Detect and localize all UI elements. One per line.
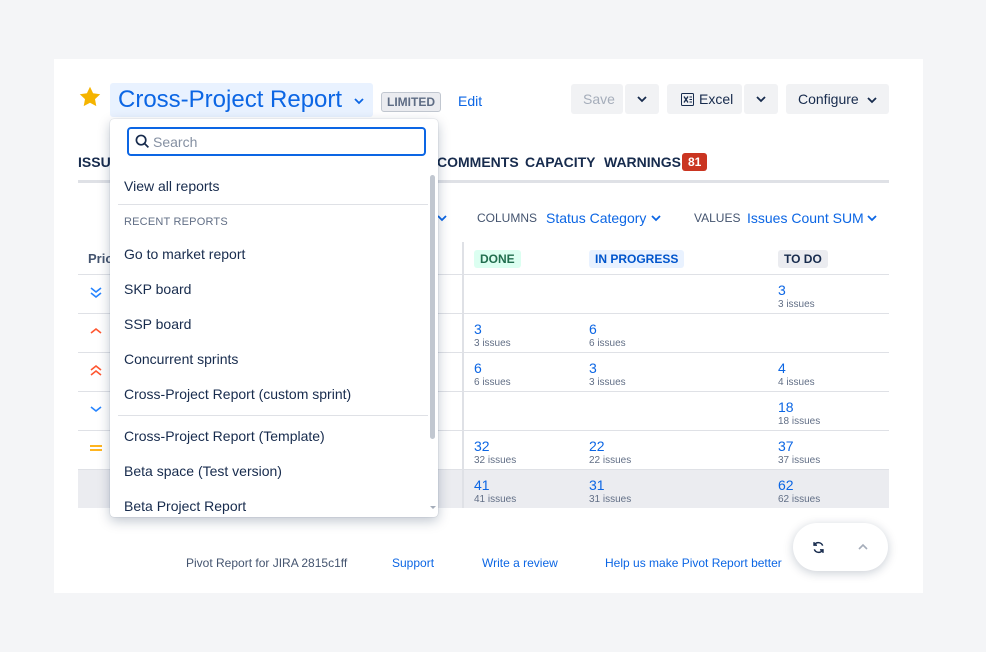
todo-cell-issues: 18 issues xyxy=(778,416,821,427)
chevron-down-icon xyxy=(354,98,364,105)
excel-export-button[interactable]: Excel xyxy=(667,84,742,114)
search-input[interactable] xyxy=(153,132,413,152)
chevron-down-icon[interactable] xyxy=(866,212,878,224)
in-progress-cell-issues: 6 issues xyxy=(589,338,626,349)
report-title: Cross-Project Report xyxy=(118,86,343,113)
recent-report-item[interactable]: Concurrent sprints xyxy=(124,351,238,367)
done-cell-value[interactable]: 32 xyxy=(474,438,490,454)
lowest-priority-icon xyxy=(90,287,102,299)
chevron-down-icon xyxy=(637,96,647,103)
chevron-up-icon[interactable] xyxy=(857,541,869,553)
chevron-down-icon xyxy=(867,97,877,104)
low-priority-icon xyxy=(90,406,102,413)
recent-report-item[interactable]: Go to market report xyxy=(124,246,245,262)
chevron-down-icon xyxy=(756,96,766,103)
recent-reports-heading: RECENT REPORTS xyxy=(124,216,228,228)
in-progress-total-value[interactable]: 31 xyxy=(589,477,605,493)
star-icon[interactable] xyxy=(78,85,102,109)
columns-select[interactable]: Status Category xyxy=(546,210,646,226)
values-select[interactable]: Issues Count SUM xyxy=(747,210,864,226)
todo-cell-value[interactable]: 37 xyxy=(778,438,794,454)
todo-cell-issues: 3 issues xyxy=(778,299,815,310)
in-progress-total-issues: 31 issues xyxy=(589,494,632,505)
done-cell-issues: 32 issues xyxy=(474,455,517,466)
in-progress-column-header: IN PROGRESS xyxy=(589,250,685,268)
menu-divider xyxy=(118,415,428,416)
recent-report-item[interactable]: SSP board xyxy=(124,316,191,332)
tab-capacity[interactable]: CAPACITY xyxy=(525,154,596,170)
configure-button[interactable]: Configure xyxy=(786,84,889,114)
view-all-reports-item[interactable]: View all reports xyxy=(124,178,219,194)
done-column-header: DONE xyxy=(474,250,521,268)
done-cell-value[interactable]: 6 xyxy=(474,360,482,376)
search-box xyxy=(127,127,426,156)
todo-total-value[interactable]: 62 xyxy=(778,477,794,493)
todo-total-issues: 62 issues xyxy=(778,494,821,505)
todo-column-header: TO DO xyxy=(778,250,828,268)
version-text: Pivot Report for JIRA 2815c1ff xyxy=(186,556,348,570)
todo-cell-issues: 4 issues xyxy=(778,377,815,388)
warnings-count-badge: 81 xyxy=(682,153,708,171)
report-item[interactable]: Beta Project Report xyxy=(124,498,246,514)
columns-label: COLUMNS xyxy=(477,211,538,225)
report-title-selector[interactable]: Cross-Project Report xyxy=(110,83,373,117)
excel-label: Excel xyxy=(699,91,734,107)
edit-link[interactable]: Edit xyxy=(458,93,482,109)
report-switcher-dropdown: View all reports RECENT REPORTS Go to ma… xyxy=(110,119,438,517)
limited-badge: LIMITED xyxy=(381,92,441,112)
save-label: Save xyxy=(583,91,615,107)
values-label: VALUES xyxy=(694,211,741,225)
in-progress-cell-value[interactable]: 3 xyxy=(589,360,597,376)
tab-warnings[interactable]: WARNINGS xyxy=(604,154,681,170)
save-button[interactable]: Save xyxy=(571,84,623,114)
todo-cell-value[interactable]: 18 xyxy=(778,399,794,415)
save-options-button[interactable] xyxy=(625,84,659,114)
todo-cell-value[interactable]: 4 xyxy=(778,360,786,376)
search-icon xyxy=(135,134,150,149)
recent-report-item[interactable]: Cross-Project Report (custom sprint) xyxy=(124,386,351,402)
support-link[interactable]: Support xyxy=(392,556,434,570)
medium-priority-icon xyxy=(90,327,102,334)
high-priority-icon xyxy=(90,364,102,376)
in-progress-cell-issues: 3 issues xyxy=(589,377,626,388)
in-progress-cell-value[interactable]: 6 xyxy=(589,321,597,337)
configure-label: Configure xyxy=(798,91,859,107)
recent-report-item[interactable]: SKP board xyxy=(124,281,191,297)
excel-icon xyxy=(681,93,694,106)
done-cell-issues: 3 issues xyxy=(474,338,511,349)
tab-comments[interactable]: COMMENTS xyxy=(437,154,519,170)
feedback-link[interactable]: Help us make Pivot Report better xyxy=(605,556,782,570)
done-cell-issues: 6 issues xyxy=(474,377,511,388)
write-review-link[interactable]: Write a review xyxy=(482,556,558,570)
report-item[interactable]: Cross-Project Report (Template) xyxy=(124,428,325,444)
floating-actions xyxy=(793,523,888,571)
report-item[interactable]: Beta space (Test version) xyxy=(124,463,282,479)
scroll-down-arrow-icon[interactable] xyxy=(429,505,437,511)
done-total-issues: 41 issues xyxy=(474,494,517,505)
in-progress-cell-issues: 22 issues xyxy=(589,455,632,466)
column-divider xyxy=(462,242,464,508)
chevron-down-icon[interactable] xyxy=(650,212,662,224)
excel-options-button[interactable] xyxy=(744,84,778,114)
equal-priority-icon xyxy=(90,445,102,451)
todo-cell-value[interactable]: 3 xyxy=(778,282,786,298)
done-cell-value[interactable]: 3 xyxy=(474,321,482,337)
in-progress-cell-value[interactable]: 22 xyxy=(589,438,605,454)
done-total-value[interactable]: 41 xyxy=(474,477,490,493)
todo-cell-issues: 37 issues xyxy=(778,455,821,466)
refresh-icon[interactable] xyxy=(812,541,825,554)
menu-divider xyxy=(118,204,428,205)
dropdown-scrollbar[interactable] xyxy=(430,175,435,439)
